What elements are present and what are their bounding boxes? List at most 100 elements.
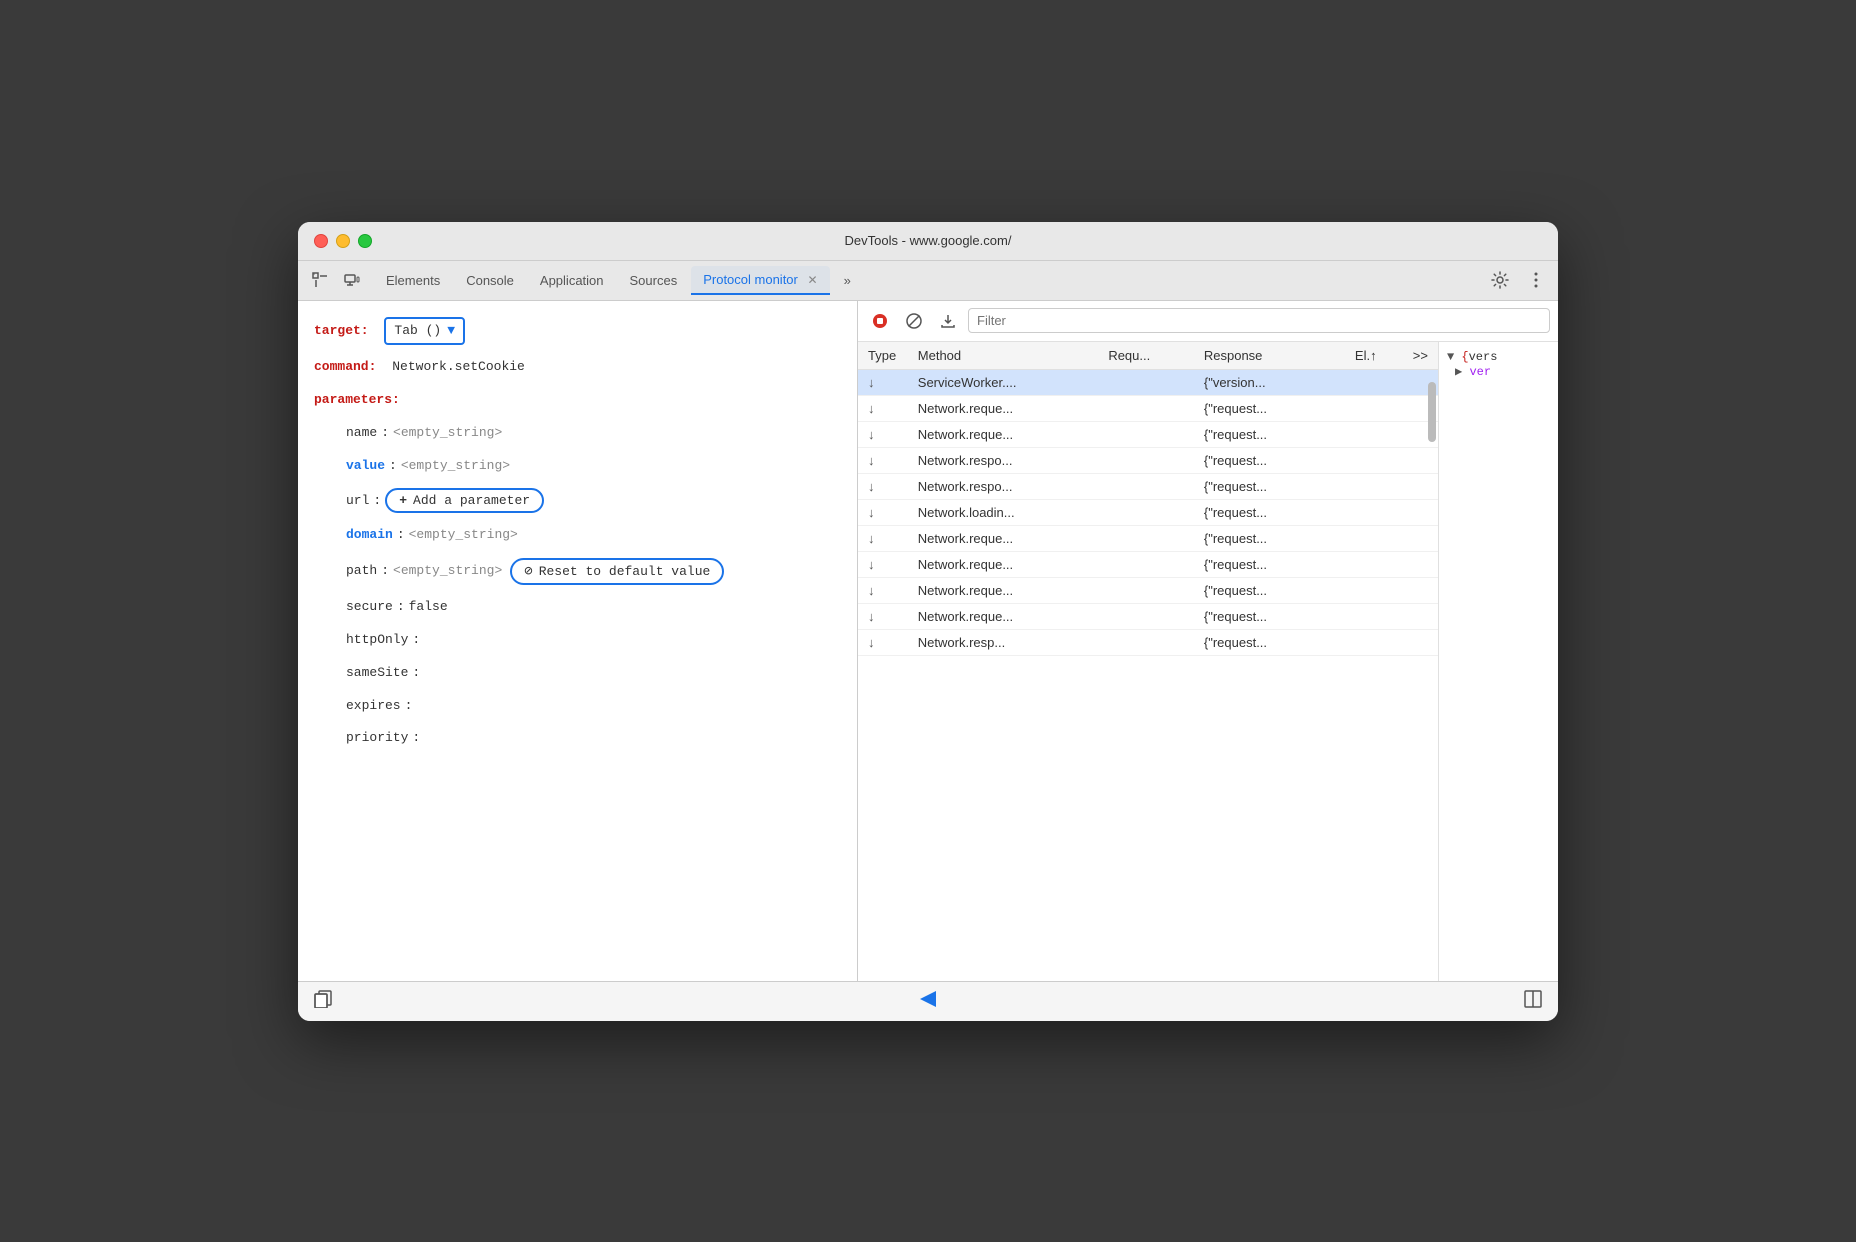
field-path-label: path: [346, 561, 377, 582]
cell-more: [1403, 629, 1438, 655]
col-header-method: Method: [908, 342, 1099, 370]
tab-close-icon[interactable]: ✕: [808, 273, 818, 287]
left-panel: target: Tab () ▼ command: Network.setCoo…: [298, 301, 858, 981]
cell-more: [1403, 473, 1438, 499]
cell-method: Network.reque...: [908, 525, 1099, 551]
maximize-button[interactable]: [358, 234, 372, 248]
target-dropdown[interactable]: Tab () ▼: [384, 317, 465, 346]
cell-type: ↓: [858, 499, 908, 525]
cell-requ: [1098, 473, 1194, 499]
col-header-response: Response: [1194, 342, 1345, 370]
table-row[interactable]: ↓ Network.respo... {"request...: [858, 447, 1438, 473]
cell-method: Network.loadin...: [908, 499, 1099, 525]
json-panel: ▼ {vers ▶ ver: [1438, 342, 1558, 981]
cell-requ: [1098, 369, 1194, 395]
col-header-more[interactable]: >>: [1403, 342, 1438, 370]
table-row[interactable]: ↓ Network.loadin... {"request...: [858, 499, 1438, 525]
send-button[interactable]: [917, 988, 939, 1015]
field-name-row: name : <empty_string>: [346, 423, 841, 444]
cell-method: Network.reque...: [908, 421, 1099, 447]
table-row[interactable]: ↓ Network.reque... {"request...: [858, 551, 1438, 577]
main-content: target: Tab () ▼ command: Network.setCoo…: [298, 301, 1558, 981]
cell-el: [1345, 395, 1403, 421]
protocol-table: Type Method Requ... Response El.↑ >>: [858, 342, 1438, 656]
copy-icon[interactable]: [314, 990, 332, 1013]
minimize-button[interactable]: [336, 234, 350, 248]
cell-type: ↓: [858, 473, 908, 499]
tab-elements[interactable]: Elements: [374, 267, 452, 294]
field-value-label: value: [346, 456, 385, 477]
cell-response: {"request...: [1194, 499, 1345, 525]
filter-input[interactable]: [968, 308, 1550, 333]
right-toolbar: [858, 301, 1558, 342]
add-parameter-button[interactable]: + Add a parameter: [385, 488, 544, 513]
cell-el: [1345, 369, 1403, 395]
field-path-row: path : <empty_string> ⊘ Reset to default…: [346, 558, 841, 585]
dropdown-arrow-icon: ▼: [447, 321, 455, 342]
cell-type: ↓: [858, 603, 908, 629]
col-header-el: El.↑: [1345, 342, 1403, 370]
cell-requ: [1098, 421, 1194, 447]
cell-more: [1403, 577, 1438, 603]
cell-requ: [1098, 551, 1194, 577]
cell-type: ↓: [858, 421, 908, 447]
field-priority-row: priority :: [346, 728, 841, 749]
field-name-label: name: [346, 423, 377, 444]
target-row: target: Tab () ▼: [314, 317, 841, 346]
tab-bar-left-icons: [306, 266, 366, 294]
field-url-row: url : + Add a parameter: [346, 488, 841, 513]
cell-response: {"request...: [1194, 395, 1345, 421]
device-icon[interactable]: [338, 266, 366, 294]
inspect-icon[interactable]: [306, 266, 334, 294]
field-priority-label: priority: [346, 728, 408, 749]
command-value: Network.setCookie: [392, 357, 525, 378]
cell-requ: [1098, 395, 1194, 421]
cell-method: ServiceWorker....: [908, 369, 1099, 395]
scrollbar-thumb[interactable]: [1428, 382, 1436, 442]
cell-type: ↓: [858, 447, 908, 473]
bottom-bar: [298, 981, 1558, 1021]
reset-default-button[interactable]: ⊘ Reset to default value: [510, 558, 724, 585]
tab-sources[interactable]: Sources: [618, 267, 690, 294]
tab-application[interactable]: Application: [528, 267, 616, 294]
cell-type: ↓: [858, 395, 908, 421]
cell-method: Network.reque...: [908, 395, 1099, 421]
field-domain-value: <empty_string>: [409, 525, 518, 546]
table-row[interactable]: ↓ Network.reque... {"request...: [858, 577, 1438, 603]
cell-response: {"request...: [1194, 551, 1345, 577]
table-row[interactable]: ↓ Network.reque... {"request...: [858, 395, 1438, 421]
panel-icon[interactable]: [1524, 990, 1542, 1013]
block-icon[interactable]: [900, 307, 928, 335]
cell-method: Network.reque...: [908, 551, 1099, 577]
tab-more[interactable]: »: [832, 267, 863, 294]
table-row[interactable]: ↓ Network.respo... {"request...: [858, 473, 1438, 499]
cell-el: [1345, 473, 1403, 499]
table-row[interactable]: ↓ ServiceWorker.... {"version...: [858, 369, 1438, 395]
plus-icon: +: [399, 493, 407, 508]
table-row[interactable]: ↓ Network.reque... {"request...: [858, 421, 1438, 447]
target-label: target:: [314, 321, 369, 342]
col-header-requ: Requ...: [1098, 342, 1194, 370]
tab-bar: Elements Console Application Sources Pro…: [298, 261, 1558, 301]
download-icon[interactable]: [934, 307, 962, 335]
record-button[interactable]: [866, 307, 894, 335]
cell-response: {"request...: [1194, 525, 1345, 551]
cell-el: [1345, 499, 1403, 525]
table-row[interactable]: ↓ Network.resp... {"request...: [858, 629, 1438, 655]
cell-requ: [1098, 603, 1194, 629]
bottom-left: [314, 990, 332, 1013]
window-title: DevTools - www.google.com/: [845, 233, 1012, 248]
close-button[interactable]: [314, 234, 328, 248]
cell-type: ↓: [858, 369, 908, 395]
settings-icon[interactable]: [1486, 266, 1514, 294]
table-row[interactable]: ↓ Network.reque... {"request...: [858, 603, 1438, 629]
reset-icon: ⊘: [524, 563, 532, 580]
tab-console[interactable]: Console: [454, 267, 526, 294]
tab-protocol-monitor[interactable]: Protocol monitor ✕: [691, 266, 829, 295]
field-httponly-row: httpOnly :: [346, 630, 841, 651]
cell-response: {"version...: [1194, 369, 1345, 395]
field-path-value: <empty_string>: [393, 561, 502, 582]
traffic-lights: [314, 234, 372, 248]
table-row[interactable]: ↓ Network.reque... {"request...: [858, 525, 1438, 551]
more-options-icon[interactable]: [1522, 266, 1550, 294]
